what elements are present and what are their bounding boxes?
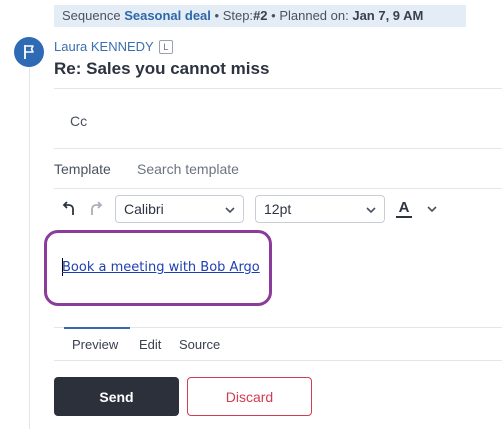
font-family-value: Calibri [124,201,164,217]
tab-source[interactable]: Source [179,337,220,352]
redo-icon[interactable] [85,198,107,220]
cc-label[interactable]: Cc [70,113,87,129]
divider [54,88,502,89]
step-value: #2 [253,8,268,23]
thread-rule [29,38,30,429]
sender-name[interactable]: Laura KENNEDY [54,39,154,54]
font-size-value: 12pt [264,201,292,217]
divider [54,148,502,149]
chevron-down-icon [366,207,376,214]
discard-button[interactable]: Discard [187,377,312,416]
flag-icon [24,45,34,59]
sender-badge: L [158,39,173,54]
tab-preview[interactable]: Preview [72,337,118,352]
send-button[interactable]: Send [54,377,179,416]
avatar [14,37,44,67]
sender: Laura KENNEDY L [54,39,173,54]
email-subject: Re: Sales you cannot miss [54,59,270,78]
meeting-link[interactable]: Book a meeting with Bob Argo [62,260,260,275]
divider [54,188,502,189]
sequence-prefix: Sequence [62,8,121,23]
chevron-down-icon [225,207,235,214]
template-label: Template [54,161,111,177]
divider [54,360,502,361]
text-color-button[interactable]: A [393,198,415,220]
active-tab-indicator [64,327,130,329]
step-label: • Step: [214,8,254,23]
undo-icon[interactable] [58,198,80,220]
template-search-input[interactable]: Search template [137,161,239,177]
planned-label: • Planned on: [271,8,349,23]
sequence-name[interactable]: Seasonal deal [124,8,211,23]
text-color-icon: A [398,199,410,216]
text-color-swatch [396,216,412,218]
planned-value: Jan 7, 9 AM [352,8,424,23]
font-size-select[interactable]: 12pt [255,195,385,223]
chevron-down-icon[interactable] [424,201,440,217]
tab-edit[interactable]: Edit [139,337,161,352]
font-family-select[interactable]: Calibri [115,195,244,223]
sequence-banner: Sequence Seasonal deal • Step:#2 • Plann… [54,5,466,27]
